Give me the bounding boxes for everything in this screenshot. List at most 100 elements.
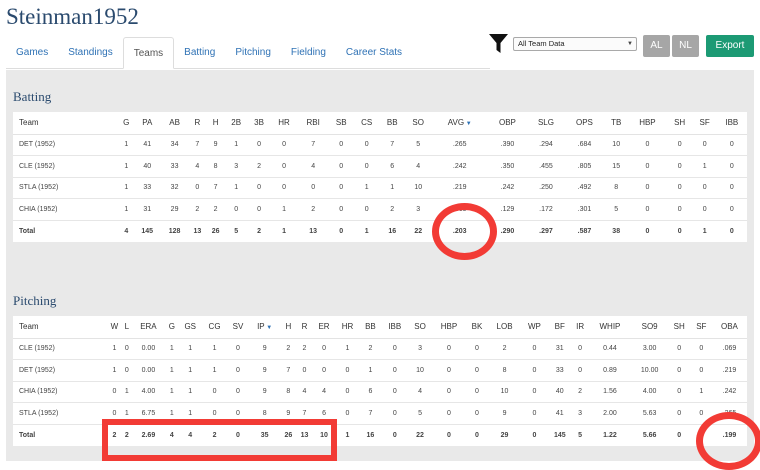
pitching-col-h[interactable]: H — [280, 316, 297, 339]
batting-col-3b[interactable]: 3B — [247, 112, 271, 135]
team-data-select[interactable]: All Team Data ▼ — [513, 37, 637, 51]
cell-3b: 0 — [247, 177, 271, 199]
column-label: R — [301, 322, 308, 332]
batting-col-sb[interactable]: SB — [328, 112, 354, 135]
pitching-col-ip[interactable]: IP ▼ — [248, 316, 281, 339]
batting-col-team[interactable]: Team — [13, 112, 119, 135]
cell-team: STLA (1952) — [13, 177, 119, 199]
cell-bb: 2 — [359, 338, 382, 360]
pitching-col-hbp[interactable]: HBP — [431, 316, 466, 339]
export-button[interactable]: Export — [706, 35, 754, 57]
tab-batting[interactable]: Batting — [174, 37, 225, 68]
al-button[interactable]: AL — [643, 35, 670, 57]
batting-col-tb[interactable]: TB — [604, 112, 629, 135]
cell-so: 22 — [414, 227, 423, 235]
cell-ibb: 0 — [381, 359, 409, 382]
batting-col-slg[interactable]: SLG — [527, 112, 565, 135]
cell-ibb: 0 — [729, 227, 734, 235]
tab-fielding[interactable]: Fielding — [281, 37, 336, 68]
pitching-col-sh[interactable]: SH — [667, 316, 691, 339]
tab-career-stats[interactable]: Career Stats — [336, 37, 412, 68]
cell-hr: 1 — [335, 338, 360, 360]
cell-sh: 0 — [666, 134, 693, 156]
cell-wp: 0 — [532, 431, 537, 439]
cell-lob: 2 — [488, 338, 522, 360]
cell-cg: 1 — [202, 359, 227, 382]
cell-sv: 0 — [226, 381, 249, 403]
batting-col-r[interactable]: R — [188, 112, 207, 135]
pitching-col-l[interactable]: L — [122, 316, 132, 339]
cell-er: 0 — [312, 359, 336, 382]
column-label: PA — [142, 118, 153, 128]
pitching-col-team[interactable]: Team — [13, 316, 107, 339]
batting-col-hr[interactable]: HR — [270, 112, 298, 135]
cell-rbi: 13 — [309, 227, 318, 235]
column-label: OPS — [576, 118, 593, 128]
cell-sf: 0 — [692, 134, 717, 156]
nav-tabs: Games Standings Teams Batting Pitching F… — [6, 37, 490, 69]
cell-era: 4.00 — [131, 381, 166, 403]
pitching-col-oba[interactable]: OBA — [711, 316, 747, 339]
pitching-col-g[interactable]: G — [165, 316, 179, 339]
pitching-col-so9[interactable]: SO9 — [631, 316, 668, 339]
batting-col-rbi[interactable]: RBI — [297, 112, 329, 135]
cell-oba: .219 — [711, 359, 747, 382]
cell-ibb: 0 — [716, 177, 747, 199]
filter-icon[interactable] — [489, 34, 508, 54]
tab-pitching[interactable]: Pitching — [225, 37, 281, 68]
batting-col-ops[interactable]: OPS — [564, 112, 605, 135]
pitching-col-ir[interactable]: IR — [571, 316, 589, 339]
cell-r: 4 — [296, 381, 313, 403]
pitching-col-bf[interactable]: BF — [547, 316, 572, 339]
tab-standings[interactable]: Standings — [58, 37, 122, 68]
pitching-col-w[interactable]: W — [106, 316, 123, 339]
pitching-col-gs[interactable]: GS — [178, 316, 203, 339]
pitching-col-whip[interactable]: WHIP — [588, 316, 632, 339]
cell-3b: 2 — [247, 155, 271, 178]
pitching-col-era[interactable]: ERA — [131, 316, 166, 339]
batting-col-ab[interactable]: AB — [160, 112, 189, 135]
pitching-col-lob[interactable]: LOB — [488, 316, 522, 339]
batting-col-h[interactable]: H — [206, 112, 225, 135]
batting-col-hbp[interactable]: HBP — [628, 112, 667, 135]
cell-g: 1 — [119, 198, 134, 221]
column-label: SO — [412, 118, 424, 128]
cell-hr: 1 — [282, 227, 286, 235]
pitching-col-sf[interactable]: SF — [690, 316, 712, 339]
batting-col-bb[interactable]: BB — [379, 112, 405, 135]
pitching-col-r[interactable]: R — [296, 316, 313, 339]
cell-sf: 1 — [692, 155, 717, 178]
nl-button[interactable]: NL — [672, 35, 699, 57]
pitching-col-sv[interactable]: SV — [226, 316, 249, 339]
cell-3b: 2 — [257, 227, 262, 235]
batting-col-so[interactable]: SO — [404, 112, 432, 135]
pitching-col-er[interactable]: ER — [312, 316, 336, 339]
batting-col-sh[interactable]: SH — [666, 112, 693, 135]
column-label: BF — [554, 322, 565, 332]
cell-team: Total — [19, 431, 36, 439]
batting-col-pa[interactable]: PA — [133, 112, 161, 135]
batting-col-ibb[interactable]: IBB — [716, 112, 747, 135]
cell-ab: 34 — [160, 134, 189, 156]
pitching-col-bb[interactable]: BB — [359, 316, 382, 339]
cell-bf: 41 — [547, 402, 572, 425]
tab-teams[interactable]: Teams — [122, 37, 175, 69]
pitching-col-ibb[interactable]: IBB — [381, 316, 409, 339]
cell-ab: 32 — [160, 177, 189, 199]
column-label: HBP — [440, 322, 458, 332]
pitching-col-hr[interactable]: HR — [335, 316, 360, 339]
batting-col-avg[interactable]: AVG ▼ — [431, 112, 488, 135]
pitching-col-cg[interactable]: CG — [202, 316, 227, 339]
column-label: ERA — [140, 322, 157, 332]
batting-col-2b[interactable]: 2B — [224, 112, 248, 135]
cell-2b: 3 — [224, 155, 248, 178]
batting-col-g[interactable]: G — [119, 112, 134, 135]
column-label: SB — [335, 118, 347, 128]
batting-col-cs[interactable]: CS — [353, 112, 380, 135]
batting-col-sf[interactable]: SF — [692, 112, 717, 135]
batting-col-obp[interactable]: OBP — [487, 112, 528, 135]
pitching-col-bk[interactable]: BK — [465, 316, 489, 339]
pitching-col-so[interactable]: SO — [408, 316, 432, 339]
pitching-col-wp[interactable]: WP — [521, 316, 548, 339]
tab-games[interactable]: Games — [6, 37, 58, 68]
